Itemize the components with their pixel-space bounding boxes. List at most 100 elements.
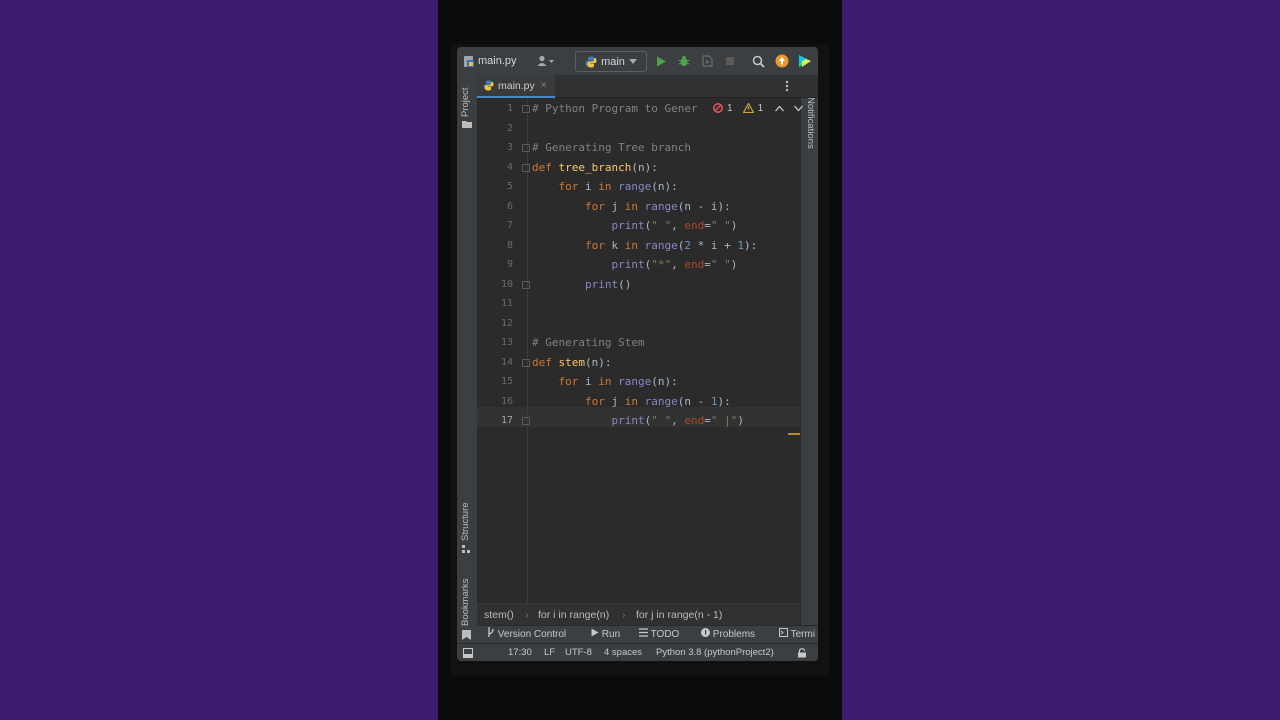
bookmarks-tool-button[interactable]: Bookmarks: [460, 578, 471, 626]
line-number[interactable]: 4: [485, 158, 513, 178]
code-line[interactable]: def stem(n):: [532, 353, 612, 373]
coverage-icon: [702, 55, 713, 67]
breadcrumb-item[interactable]: for i in range(n): [538, 604, 609, 626]
code-line[interactable]: # Generating Tree branch: [532, 138, 691, 158]
code-token: =: [704, 219, 711, 232]
tab-main-py[interactable]: main.py ×: [477, 75, 555, 98]
right-background: [842, 0, 1280, 720]
code-line[interactable]: print("*", end=" "): [532, 255, 737, 275]
code-line[interactable]: print(" ", end=" "): [532, 216, 737, 236]
code-line[interactable]: for j in range(n - i):: [532, 197, 731, 217]
code-line[interactable]: for i in range(n):: [532, 372, 677, 392]
todo-tool-button[interactable]: TODO: [639, 626, 679, 644]
line-number[interactable]: 17: [485, 411, 513, 431]
code-line[interactable]: # Generating Stem: [532, 333, 645, 353]
account-button[interactable]: [537, 47, 555, 75]
notifications-tool-button[interactable]: Notifications: [805, 97, 816, 149]
code-line[interactable]: # Python Program to Gener: [532, 99, 698, 119]
run-button[interactable]: [656, 47, 667, 75]
code-token: ):: [717, 394, 731, 408]
search-button[interactable]: [752, 47, 765, 75]
code-line[interactable]: for k in range(2 * i + 1):: [532, 236, 757, 256]
code-token: for: [532, 394, 612, 408]
code-token: def: [532, 355, 559, 369]
code-token: i: [584, 375, 599, 388]
line-number[interactable]: 10: [485, 275, 513, 295]
project-file-widget[interactable]: main.py: [463, 47, 517, 75]
code-line[interactable]: for i in range(n):: [532, 177, 678, 197]
code-token: range: [644, 199, 678, 213]
code-token: " ": [651, 219, 672, 232]
chevron-up-icon[interactable]: [775, 105, 785, 112]
breadcrumb-item[interactable]: for j in range(n - 1): [636, 604, 722, 626]
inspection-widget[interactable]: 1 1: [713, 101, 804, 115]
bug-icon: [678, 55, 690, 66]
play-icon: [591, 628, 599, 637]
code-token: =: [704, 414, 711, 427]
branch-icon: [488, 627, 494, 637]
line-number[interactable]: 16: [485, 392, 513, 412]
problems-tool-button[interactable]: Problems: [701, 626, 755, 644]
line-separator[interactable]: LF: [544, 644, 555, 661]
ide-window: main.py main Project Structure Bookmarks…: [457, 47, 818, 661]
python-icon: [585, 56, 597, 67]
chevron-down-icon[interactable]: [794, 105, 804, 112]
project-tool-button[interactable]: Project: [460, 87, 471, 117]
stop-button[interactable]: [725, 47, 735, 75]
warning-icon: [742, 103, 754, 113]
version-control-button[interactable]: Version Control: [487, 626, 566, 644]
line-number[interactable]: 13: [485, 333, 513, 353]
code-line[interactable]: def tree_branch(n):: [532, 158, 658, 178]
lock-icon[interactable]: [797, 648, 807, 658]
line-number[interactable]: 2: [485, 119, 513, 139]
updates-button[interactable]: [775, 47, 789, 75]
code-token: " |": [710, 414, 738, 427]
python-interpreter[interactable]: Python 3.8 (pythonProject2): [656, 644, 774, 661]
run-tool-button[interactable]: Run: [591, 626, 620, 644]
tab-close-icon[interactable]: ×: [541, 80, 547, 91]
line-number[interactable]: 3: [485, 138, 513, 158]
breadcrumb-separator: ›: [525, 609, 529, 621]
code-token: ):: [743, 238, 758, 252]
code-line[interactable]: print(): [532, 275, 631, 295]
line-number[interactable]: 14: [485, 353, 513, 373]
code-token: # Python Program to Gener: [532, 102, 698, 115]
line-number[interactable]: 5: [485, 177, 513, 197]
code-line[interactable]: for j in range(n - 1):: [532, 392, 731, 412]
breadcrumb-separator: ›: [622, 609, 626, 621]
toggle-tool-windows-icon[interactable]: [463, 648, 473, 658]
python-file-icon: [464, 55, 474, 67]
code-token: end: [684, 258, 705, 271]
coverage-button[interactable]: [701, 47, 713, 75]
more-options-icon[interactable]: [785, 80, 789, 92]
code-token: tree_branch: [558, 160, 632, 174]
line-number[interactable]: 11: [485, 294, 513, 314]
line-number[interactable]: 1: [485, 99, 513, 119]
line-number[interactable]: 9: [485, 255, 513, 275]
line-number[interactable]: 6: [485, 197, 513, 217]
file-encoding[interactable]: UTF-8: [565, 644, 592, 661]
caret-position[interactable]: 17:30: [508, 644, 532, 661]
run-config-selector[interactable]: main: [575, 51, 647, 72]
terminal-tool-button[interactable]: Termi: [779, 626, 815, 644]
code-line[interactable]: print(" ", end=" |"): [532, 411, 744, 431]
code-token: j: [611, 199, 625, 213]
code-token: (n):: [651, 180, 678, 193]
code-token: 2: [684, 238, 691, 252]
debug-button[interactable]: [678, 47, 690, 75]
code-editor[interactable]: # Python Program to Gener # Generating Tr…: [528, 98, 800, 603]
warning-scroll-marker[interactable]: [788, 433, 800, 435]
line-number[interactable]: 12: [485, 314, 513, 334]
ide-logo-button[interactable]: [798, 47, 812, 75]
code-token: (n):: [631, 160, 658, 174]
python-file-icon: [483, 80, 494, 91]
structure-tool-button[interactable]: Structure: [460, 502, 471, 541]
line-number[interactable]: 8: [485, 236, 513, 256]
code-token: ,: [671, 258, 685, 271]
user-icon: [537, 55, 554, 66]
indent-setting[interactable]: 4 spaces: [604, 644, 642, 661]
line-number[interactable]: 7: [485, 216, 513, 236]
breadcrumb-item[interactable]: stem(): [484, 604, 514, 626]
bookmark-icon: [462, 630, 471, 640]
line-number[interactable]: 15: [485, 372, 513, 392]
